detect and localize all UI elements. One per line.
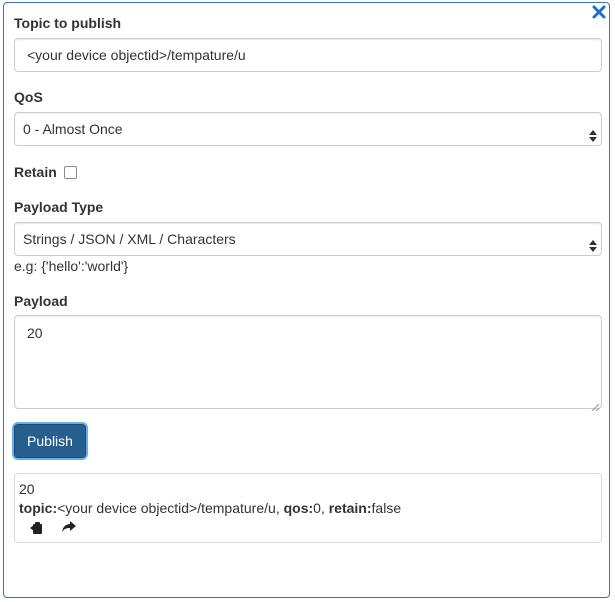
result-qos-key: qos: (283, 500, 314, 516)
result-meta: topic:<your device objectid>/tempature/u… (19, 500, 402, 516)
payload-hint: e.g: {'hello':'world'} (14, 258, 129, 274)
publish-panel: Topic to publish <your device objectid>/… (3, 2, 610, 598)
retain-label: Retain (14, 164, 57, 180)
topic-label: Topic to publish (14, 15, 122, 31)
share-arrow-icon[interactable] (61, 519, 77, 535)
payload-type-select[interactable]: Strings / JSON / XML / Characters (14, 222, 602, 256)
payload-value: 20 (27, 325, 43, 341)
payload-label: Payload (14, 293, 68, 309)
topic-input[interactable]: <your device objectid>/tempature/u (14, 38, 602, 72)
result-qos-value: 0 (313, 500, 321, 516)
qos-label: QoS (14, 89, 43, 105)
qos-selected-value: 0 - Almost Once (23, 121, 123, 137)
result-retain-value: false (371, 500, 402, 516)
payload-textarea[interactable]: 20 (14, 315, 602, 412)
select-arrows-icon (589, 232, 597, 252)
payload-type-label: Payload Type (14, 199, 104, 215)
result-retain-key: retain: (328, 500, 372, 516)
close-icon[interactable] (591, 4, 607, 20)
retain-checkbox[interactable] (64, 166, 77, 179)
result-payload: 20 (19, 481, 35, 497)
publish-result: 20 topic:<your device objectid>/tempatur… (14, 473, 602, 543)
result-topic-value: <your device objectid>/tempature/u (57, 500, 276, 516)
qos-select[interactable]: 0 - Almost Once (14, 112, 602, 146)
result-topic-key: topic: (19, 500, 58, 516)
select-arrows-icon (589, 122, 597, 142)
resize-grip-icon[interactable] (591, 398, 600, 412)
republish-icon[interactable] (29, 519, 45, 535)
payload-type-selected-value: Strings / JSON / XML / Characters (23, 231, 236, 247)
publish-button[interactable]: Publish (14, 424, 86, 458)
